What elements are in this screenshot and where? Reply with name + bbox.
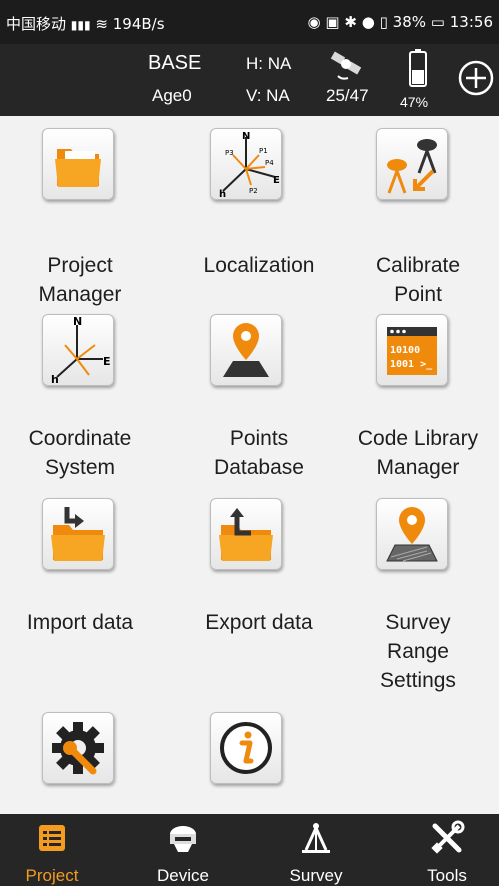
svg-text:h: h <box>219 189 226 199</box>
network-speed: 194B/s <box>112 15 165 33</box>
project-manager-tile[interactable]: Project Manager <box>0 128 160 308</box>
nav-tab-tools[interactable]: Tools <box>397 814 497 886</box>
svg-text:P3: P3 <box>225 149 234 157</box>
phone-battery-icon: ▭ <box>430 13 445 31</box>
svg-text:E: E <box>273 175 280 186</box>
svg-text:P4: P4 <box>265 159 274 167</box>
points-database-tile[interactable]: Points Database <box>179 314 339 494</box>
location-icon: ● <box>361 13 375 31</box>
v-precision: V: NA <box>246 86 290 105</box>
tile-label-line2: Database <box>214 456 304 479</box>
bottom-navigation: Project Device Survey Tools <box>0 814 499 886</box>
export-folder-icon <box>210 498 282 570</box>
svg-text:N: N <box>242 131 250 142</box>
tile-label-line3: Settings <box>380 669 456 692</box>
clock: 13:56 <box>449 13 493 31</box>
nav-label: Device <box>157 866 209 885</box>
coordinate-axes-icon: N E h <box>42 314 114 386</box>
survey-range-settings-tile[interactable]: Survey Range Settings <box>338 498 498 698</box>
nav-tab-project[interactable]: Project <box>2 814 102 886</box>
h-precision: H: NA <box>246 54 292 73</box>
tile-label-line1: Coordinate <box>28 427 132 450</box>
svg-text:h: h <box>51 373 59 385</box>
svg-text:10100: 10100 <box>390 345 420 356</box>
wifi-icon: ≋ <box>95 15 108 33</box>
svg-text:E: E <box>103 355 111 368</box>
svg-text:N: N <box>73 315 82 328</box>
code-library-manager-tile[interactable]: 10100 1001 >_ Code Library Manager <box>338 314 498 494</box>
work-mode: BASE <box>148 52 202 74</box>
tile-label-line2: Range <box>387 640 449 663</box>
nfc-icon: ▣ <box>325 13 340 31</box>
settings-wrench-icon <box>42 712 114 784</box>
vibrate-icon: ▯ <box>379 13 388 31</box>
project-list-icon <box>39 825 65 851</box>
coordinate-system-tile[interactable]: N E h Coordinate System <box>0 314 160 494</box>
tile-label-line1: Localization <box>203 254 315 277</box>
tile-label-line1: Code Library <box>357 427 479 450</box>
gnss-receiver-icon <box>170 826 196 852</box>
tile-label-line2: Manager <box>376 456 460 479</box>
export-data-tile[interactable]: Export data <box>179 498 339 678</box>
tile-label-line1: Export data <box>205 611 313 634</box>
status-left: 中国移动 ▮▮▮ ≋ 194B/s <box>6 13 165 34</box>
folder-icon <box>42 128 114 200</box>
tile-label-line1: Import data <box>26 611 134 634</box>
info-icon <box>210 712 282 784</box>
tile-label-line2: Manager <box>38 283 122 306</box>
add-icon[interactable] <box>458 60 494 96</box>
survey-tripod-icon <box>302 823 330 853</box>
satellite-icon <box>330 51 362 80</box>
tile-label-line1: Points <box>229 427 289 450</box>
nav-label: Survey <box>289 866 343 885</box>
import-folder-icon <box>42 498 114 570</box>
svg-text:P2: P2 <box>249 187 258 195</box>
tile-label-line2: System <box>44 456 115 479</box>
svg-text:P1: P1 <box>259 147 268 155</box>
calibrate-point-tile[interactable]: Calibrate Point <box>338 128 498 308</box>
settings-tile[interactable] <box>0 712 160 812</box>
nav-tab-device[interactable]: Device <box>133 814 233 886</box>
tile-label-line1: Survey <box>385 611 451 634</box>
device-battery-icon <box>409 49 427 87</box>
nav-tab-survey[interactable]: Survey <box>266 814 366 886</box>
about-info-tile[interactable] <box>179 712 339 812</box>
eye-icon: ◉ <box>307 13 321 31</box>
phone-battery-percent: 38% <box>392 13 427 31</box>
tile-label-line2: Point <box>394 283 442 306</box>
receiver-info-bar: BASE Age0 H: NA V: NA 25/47 47% <box>0 44 499 116</box>
import-data-tile[interactable]: Import data <box>0 498 160 678</box>
project-function-grid: Project Manager N E h P1 P2 P3 P4 Locali… <box>0 116 499 814</box>
age-value: Age0 <box>152 86 192 105</box>
calibrate-point-icon <box>376 128 448 200</box>
satellite-count: 25/47 <box>326 86 369 105</box>
signal-icon: ▮▮▮ <box>70 18 91 32</box>
device-battery-percent: 47% <box>400 94 429 110</box>
tools-icon <box>431 820 465 854</box>
tile-label-line1: Project <box>47 254 113 277</box>
nav-label: Tools <box>427 866 467 885</box>
carrier-label: 中国移动 <box>6 15 67 33</box>
code-window-icon: 10100 1001 >_ <box>376 314 448 386</box>
system-status-bar: 中国移动 ▮▮▮ ≋ 194B/s ◉ ▣ ✱ ● ▯ 38% ▭ 13:56 <box>0 0 499 44</box>
bluetooth-icon: ✱ <box>344 13 357 31</box>
localization-axes-icon: N E h P1 P2 P3 P4 <box>210 128 282 200</box>
status-right: ◉ ▣ ✱ ● ▯ 38% ▭ 13:56 <box>308 13 493 31</box>
survey-range-icon <box>376 498 448 570</box>
map-pin-icon <box>210 314 282 386</box>
nav-label: Project <box>25 866 79 885</box>
localization-tile[interactable]: N E h P1 P2 P3 P4 Localization <box>179 128 339 308</box>
tile-label-line1: Calibrate <box>375 254 461 277</box>
svg-text:1001 >_: 1001 >_ <box>390 359 433 370</box>
